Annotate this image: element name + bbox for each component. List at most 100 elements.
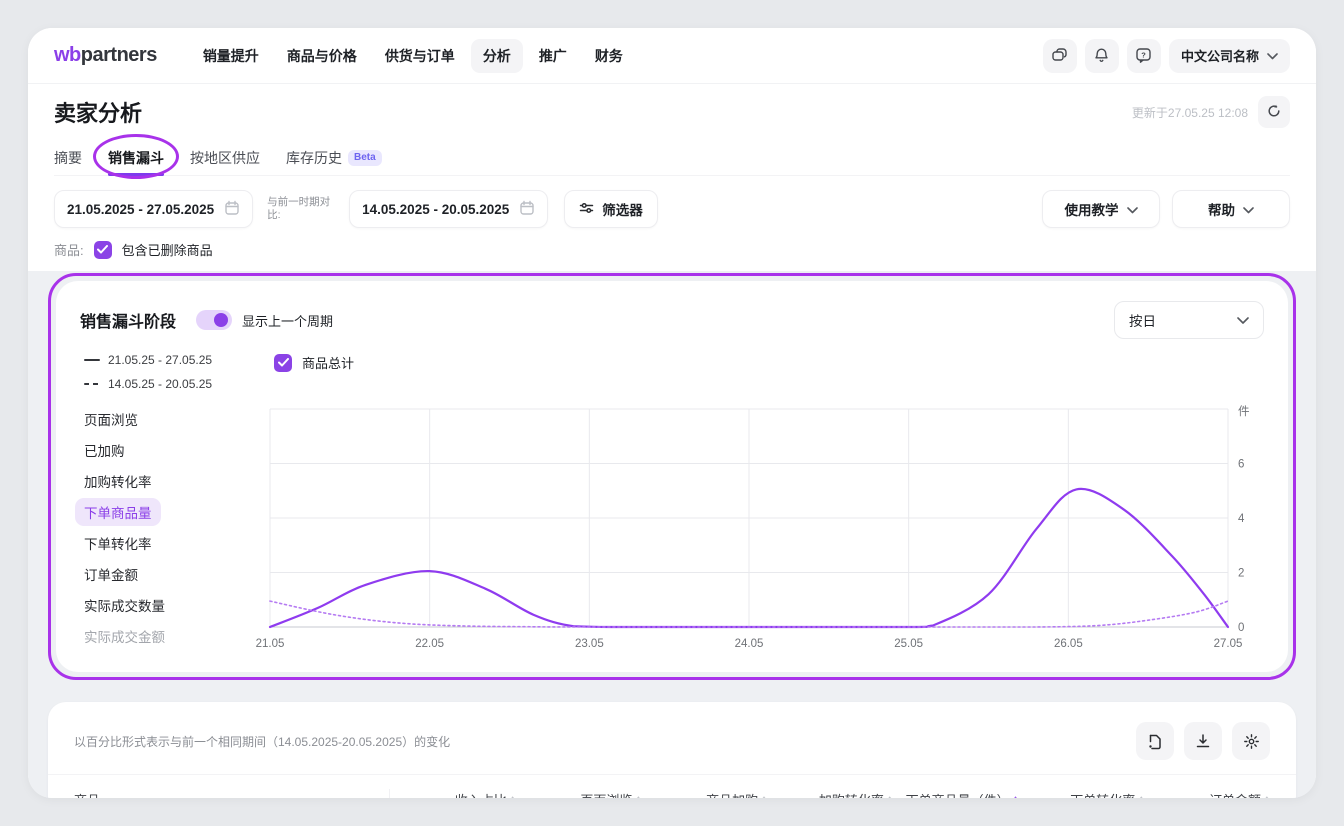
svg-text:24.05: 24.05 (735, 638, 764, 650)
column-label: 下单商品量（件） (906, 790, 1010, 799)
column-label: 下单转化率 (1070, 790, 1135, 799)
nav-item-analytics[interactable]: 分析 (471, 39, 523, 73)
logo-wb: wb (54, 44, 81, 67)
main-nav: 销量提升 商品与价格 供货与订单 分析 推广 财务 (191, 39, 635, 73)
svg-text:4: 4 (1238, 513, 1245, 525)
logo-partners: partners (81, 44, 157, 67)
column-order-amount[interactable]: 订单金额 ↑ (1144, 790, 1270, 799)
top-navigation-bar: wbpartners 销量提升 商品与价格 供货与订单 分析 推广 财务 (28, 28, 1316, 84)
funnel-stage-list: 页面浏览 已加购 加购转化率 下单商品量 下单转化率 订单金额 实际成交数量 实… (80, 401, 270, 658)
column-revenue-share[interactable]: 收入占比 ↑ (390, 790, 516, 799)
column-ordered-items[interactable]: 下单商品量（件） ↑ (893, 790, 1019, 799)
granularity-select[interactable]: 按日 (1114, 301, 1264, 339)
svg-text:6: 6 (1238, 459, 1244, 471)
toggle-label: 显示上一个周期 (242, 311, 333, 330)
toggle-switch[interactable] (196, 310, 232, 330)
app-window: wbpartners 销量提升 商品与价格 供货与订单 分析 推广 财务 (28, 28, 1316, 798)
stage-actual-sales-amount[interactable]: 实际成交金额 (84, 620, 270, 651)
products-filter-row: 商品: 包含已删除商品 (54, 240, 1290, 259)
export-report-button[interactable] (1136, 722, 1174, 760)
tab-supply-by-region[interactable]: 按地区供应 (190, 140, 260, 175)
products-total-checkbox[interactable] (274, 354, 292, 372)
column-product[interactable]: 商品 (74, 789, 390, 798)
nav-item-promotion[interactable]: 推广 (527, 39, 579, 73)
legend-previous-period: 14.05.25 - 20.05.25 (84, 377, 270, 391)
compare-period-label: 与前一时期对比: (267, 196, 339, 222)
stage-label: 下单商品量 (75, 498, 161, 526)
calendar-icon (224, 200, 240, 219)
content-area: 销售漏斗阶段 显示上一个周期 按日 (28, 271, 1316, 798)
column-label: 加购转化率 (819, 790, 884, 799)
include-deleted-label: 包含已删除商品 (122, 240, 213, 259)
stage-added-to-cart[interactable]: 已加购 (84, 434, 270, 465)
stage-label: 加购转化率 (75, 467, 161, 495)
tab-stock-history[interactable]: 库存历史 Beta (286, 140, 382, 175)
nav-item-sales-boost[interactable]: 销量提升 (191, 39, 271, 73)
download-icon (1195, 733, 1211, 749)
wbpartners-logo[interactable]: wbpartners (54, 44, 157, 67)
stage-ordered-items[interactable]: 下单商品量 (84, 496, 270, 527)
company-name: 中文公司名称 (1181, 46, 1259, 65)
tutorial-dropdown[interactable]: 使用教学 (1042, 190, 1160, 228)
column-label: 页面浏览 (580, 790, 632, 799)
period-date-picker[interactable]: 21.05.2025 - 27.05.2025 (54, 190, 253, 228)
products-table-header: 商品 收入占比 ↑ 页面浏览 ↑ 商品加购 ↑ 加购转化率 ↑ (48, 774, 1296, 798)
analytics-tabs: 摘要 销售漏斗 按地区供应 库存历史 Beta (54, 140, 1290, 176)
filter-sliders-icon (579, 201, 594, 218)
chat-button[interactable] (1043, 39, 1077, 73)
help-icon: ? (1135, 47, 1152, 64)
page-title: 卖家分析 (54, 96, 142, 128)
help-label: 帮助 (1208, 199, 1235, 219)
notifications-button[interactable] (1085, 39, 1119, 73)
nav-item-finance[interactable]: 财务 (583, 39, 635, 73)
filters-button-label: 筛选器 (602, 199, 643, 219)
nav-item-goods-prices[interactable]: 商品与价格 (275, 39, 369, 73)
tab-label: 库存历史 (286, 148, 342, 168)
stage-order-amount[interactable]: 订单金额 (84, 558, 270, 589)
line-chart-svg: 21.0522.0523.0524.0525.0526.0527.050246件 (270, 401, 1264, 653)
products-total-label: 商品总计 (302, 353, 354, 372)
products-table-card: 以百分比形式表示与前一个相同期间（14.05.2025-20.05.2025）的… (48, 702, 1296, 798)
nav-item-supply-orders[interactable]: 供货与订单 (373, 39, 467, 73)
column-added-to-cart[interactable]: 商品加购 ↑ (641, 790, 767, 799)
tutorial-label: 使用教学 (1065, 199, 1119, 219)
table-settings-button[interactable] (1232, 722, 1270, 760)
include-deleted-checkbox[interactable] (94, 241, 112, 259)
refresh-icon (1267, 104, 1281, 121)
stage-page-views[interactable]: 页面浏览 (84, 403, 270, 434)
tab-label: 摘要 (54, 148, 82, 168)
refresh-button[interactable] (1258, 96, 1290, 128)
chat-icon (1051, 47, 1068, 64)
filters-button[interactable]: 筛选器 (564, 190, 658, 228)
svg-text:26.05: 26.05 (1054, 638, 1083, 650)
products-total-checkbox-row[interactable]: 商品总计 (274, 353, 354, 372)
period-value: 21.05.2025 - 27.05.2025 (67, 202, 214, 217)
tab-sales-funnel[interactable]: 销售漏斗 (108, 140, 164, 175)
stage-actual-sales-qty[interactable]: 实际成交数量 (84, 589, 270, 620)
svg-text:21.05: 21.05 (256, 638, 285, 650)
support-button[interactable]: ? (1127, 39, 1161, 73)
company-selector[interactable]: 中文公司名称 (1169, 39, 1290, 73)
filters-row: 21.05.2025 - 27.05.2025 与前一时期对比: 14.05.2… (54, 190, 1290, 228)
column-cart-conversion[interactable]: 加购转化率 ↑ (767, 790, 893, 799)
stage-cart-conversion[interactable]: 加购转化率 (84, 465, 270, 496)
svg-text:件: 件 (1238, 404, 1250, 418)
column-order-conversion[interactable]: 下单转化率 ↑ (1019, 790, 1145, 799)
tab-label: 销售漏斗 (108, 148, 164, 168)
help-dropdown[interactable]: 帮助 (1172, 190, 1290, 228)
column-label: 商品加购 (706, 790, 758, 799)
compare-date-picker[interactable]: 14.05.2025 - 20.05.2025 (349, 190, 548, 228)
products-label: 商品: (54, 240, 84, 259)
table-note: 以百分比形式表示与前一个相同期间（14.05.2025-20.05.2025）的… (74, 733, 450, 750)
chevron-down-icon (1127, 202, 1138, 217)
last-updated-text: 更新于27.05.25 12:08 (1132, 104, 1248, 121)
line-chart[interactable]: 21.0522.0523.0524.0525.0526.0527.050246件 (270, 401, 1264, 658)
chevron-down-icon (1243, 202, 1254, 217)
tab-summary[interactable]: 摘要 (54, 140, 82, 175)
column-page-views[interactable]: 页面浏览 ↑ (516, 790, 642, 799)
previous-period-toggle[interactable]: 显示上一个周期 (196, 310, 333, 330)
sort-asc-icon: ↑ (1264, 792, 1270, 798)
granularity-value: 按日 (1129, 310, 1156, 330)
stage-order-conversion[interactable]: 下单转化率 (84, 527, 270, 558)
download-button[interactable] (1184, 722, 1222, 760)
